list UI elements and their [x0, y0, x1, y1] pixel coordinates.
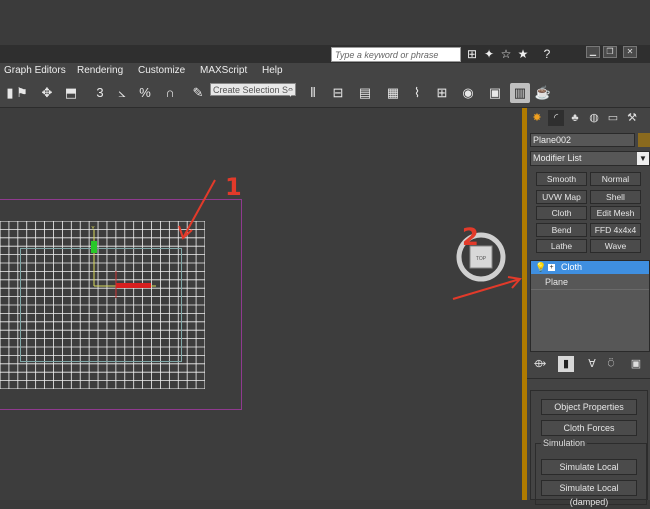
lightbulb-icon[interactable]: 💡: [535, 261, 546, 274]
binoculars-icon[interactable]: ⊞: [465, 47, 479, 61]
stack-divider: [531, 289, 649, 290]
stack-item-plane[interactable]: Plane: [545, 277, 568, 287]
dropdown-arrow-icon[interactable]: ▾: [285, 83, 296, 103]
layer-icon[interactable]: ▤: [355, 83, 375, 103]
modifier-stack[interactable]: 💡 + Cloth Plane: [530, 260, 650, 352]
menu-maxscript[interactable]: MAXScript: [200, 65, 247, 76]
render-setup-icon[interactable]: ▣: [485, 83, 505, 103]
remove-modifier-icon[interactable]: ⍥: [603, 356, 619, 372]
main-toolbar: ▮ ⚑ ✥ ⬒ 3 ⦣ % ∩ ✎ Create Selection Se ▾ …: [0, 80, 650, 108]
modifier-button-smooth[interactable]: Smooth: [536, 172, 587, 186]
angle-snap-icon[interactable]: ⦣: [112, 83, 132, 103]
schematic-icon[interactable]: ⊞: [432, 83, 452, 103]
search-input[interactable]: Type a keyword or phrase: [331, 47, 461, 62]
annotation-2: 2: [462, 223, 479, 251]
menu-rendering[interactable]: Rendering: [77, 65, 123, 76]
edit-named-selection-icon[interactable]: ✎: [188, 83, 208, 103]
menu-customize[interactable]: Customize: [138, 65, 185, 76]
modifier-button-uvw-map[interactable]: UVW Map: [536, 190, 587, 204]
utilities-tab-icon[interactable]: ⚒: [624, 110, 640, 126]
object-properties-button[interactable]: Object Properties: [541, 399, 637, 415]
display-tab-icon[interactable]: ▭: [605, 110, 621, 126]
menubar: Graph Editors Rendering Customize MAXScr…: [0, 63, 650, 81]
hierarchy-tab-icon[interactable]: ♣: [567, 110, 583, 126]
mirror-icon[interactable]: ⫴: [303, 83, 323, 103]
curve-editor-icon[interactable]: ⌇: [407, 83, 427, 103]
stack-item-cloth-label: Cloth: [561, 262, 583, 272]
chevron-down-icon[interactable]: ▼: [637, 152, 649, 165]
simulation-label: Simulation: [541, 438, 588, 448]
material-editor-icon[interactable]: ◉: [458, 83, 478, 103]
spinner-snap-icon[interactable]: ∩: [160, 83, 180, 103]
object-color-swatch[interactable]: [638, 133, 650, 147]
viewcube-label: TOP: [476, 256, 487, 262]
stack-item-cloth[interactable]: 💡 + Cloth: [531, 261, 649, 274]
render-frame-icon[interactable]: ▥: [510, 83, 530, 103]
annotation-arrow-2: [452, 276, 522, 300]
annotation-1: 1: [225, 173, 242, 201]
simulate-local-button[interactable]: Simulate Local: [541, 459, 637, 475]
annotation-arrow-1: [178, 179, 216, 240]
svg-text:Y: Y: [91, 226, 95, 232]
cloth-forces-button[interactable]: Cloth Forces: [541, 420, 637, 436]
bookmark-icon[interactable]: ⚑: [12, 83, 32, 103]
stack-toolbar: ⟴ ▮ ∀ ⍥ ▣: [530, 356, 650, 372]
star-icon[interactable]: ☆: [499, 47, 513, 61]
menu-help[interactable]: Help: [262, 65, 283, 76]
modify-tab-icon[interactable]: ◜: [548, 110, 564, 126]
star-icon-2[interactable]: ★: [516, 47, 530, 61]
viewport[interactable]: Y TOP 1 2: [0, 108, 522, 500]
simulate-local-damped-button[interactable]: Simulate Local (damped): [541, 480, 637, 507]
object-name-field[interactable]: Plane002: [530, 133, 635, 147]
help-icon[interactable]: ?: [540, 47, 554, 61]
menu-graph-editors[interactable]: Graph Editors: [4, 65, 66, 76]
restore-button[interactable]: ❐: [603, 46, 617, 58]
make-unique-icon[interactable]: ∀: [584, 356, 600, 372]
modifier-button-wave[interactable]: Wave: [590, 239, 641, 253]
align-icon[interactable]: ⊟: [328, 83, 348, 103]
select-object-icon[interactable]: ⬒: [61, 83, 81, 103]
show-end-result-icon[interactable]: ▮: [558, 356, 574, 372]
selection-set-dropdown[interactable]: Create Selection Se: [210, 83, 296, 96]
move-icon[interactable]: ✥: [37, 83, 57, 103]
modifier-list-dropdown[interactable]: Modifier List ▼: [530, 151, 650, 166]
motion-tab-icon[interactable]: ◍: [586, 110, 602, 126]
modifier-list-label: Modifier List: [533, 153, 582, 163]
percent-snap-icon[interactable]: %: [135, 83, 155, 103]
modifier-button-normal[interactable]: Normal: [590, 172, 641, 186]
create-tab-icon[interactable]: ✸: [529, 110, 545, 126]
snap-icon[interactable]: 3: [90, 83, 110, 103]
modifier-button-edit-mesh[interactable]: Edit Mesh: [590, 206, 641, 220]
scene-explorer-icon[interactable]: ▦: [383, 83, 403, 103]
command-panel: ✸ ◜ ♣ ◍ ▭ ⚒ Plane002 Modifier List ▼ Smo…: [527, 108, 650, 507]
rollout-divider: [527, 378, 650, 379]
modifier-button-ffd[interactable]: FFD 4x4x4: [590, 223, 641, 237]
render-teapot-icon[interactable]: ☕: [533, 83, 553, 103]
favorites-icon[interactable]: ✦: [482, 47, 496, 61]
modifier-button-bend[interactable]: Bend: [536, 223, 587, 237]
modifier-button-shell[interactable]: Shell: [590, 190, 641, 204]
minimize-button[interactable]: ▁: [586, 46, 600, 58]
pin-stack-icon[interactable]: ⟴: [532, 356, 548, 372]
modifier-button-lathe[interactable]: Lathe: [536, 239, 587, 253]
transform-gizmo[interactable]: Y: [86, 226, 166, 306]
configure-modifier-sets-icon[interactable]: ▣: [628, 356, 644, 372]
expand-icon[interactable]: +: [548, 264, 555, 271]
modifier-button-cloth[interactable]: Cloth: [536, 206, 587, 220]
cloth-rollout: Object Properties Cloth Forces Simulatio…: [530, 390, 648, 507]
close-button[interactable]: ✕: [623, 46, 637, 58]
